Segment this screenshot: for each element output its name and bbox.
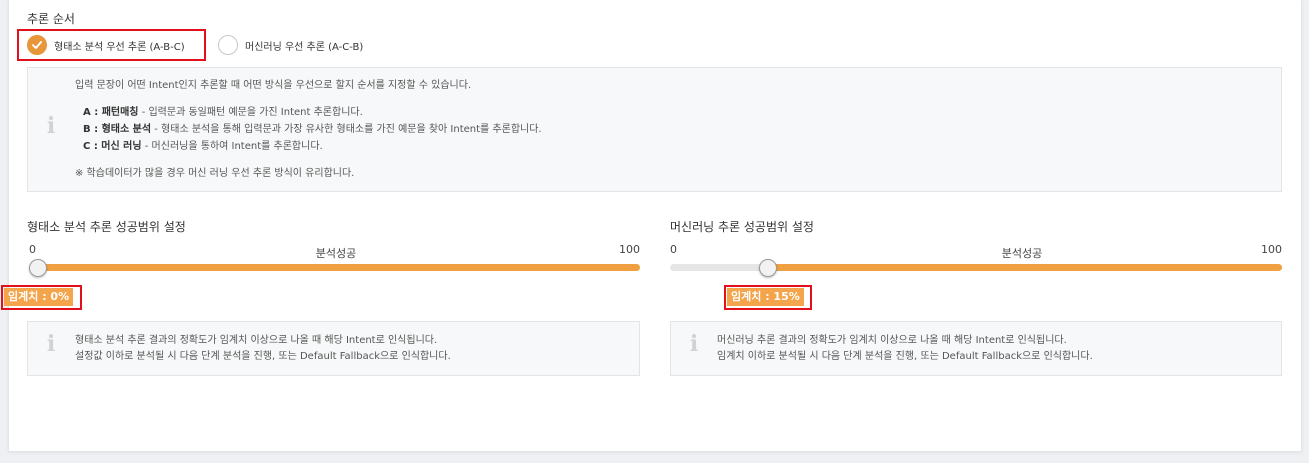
morph-slider-center-label: 분석성공 — [315, 247, 357, 260]
info-intro: 입력 문장이 어떤 Intent인지 추론할 때 어떤 방식을 우선으로 할지 … — [75, 80, 472, 91]
radio-option-ml-first[interactable]: 머신러닝 우선 추론 (A-C-B) — [218, 32, 363, 58]
radio-label-ml-first: 머신러닝 우선 추론 (A-C-B) — [245, 41, 364, 53]
morph-info-line-2: 설정값 이하로 분석될 시 다음 단계 분석을 진행, 또는 Default F… — [75, 351, 451, 362]
info-item-a-key: A : 패턴매칭 — [83, 107, 139, 118]
ml-slider-track[interactable] — [768, 264, 1282, 271]
info-item-b: B : 형태소 분석 - 형태소 분석을 통해 입력문과 가장 유사한 형태소를… — [83, 122, 542, 138]
ml-threshold-badge: 임계치 : 15% — [727, 288, 804, 306]
info-note: ※ 학습데이터가 많을 경우 머신 러닝 우선 추론 방식이 유리합니다. — [75, 168, 355, 179]
radio-unchecked-indicator — [218, 35, 238, 55]
ml-range-title: 머신러닝 추론 성공범위 설정 — [670, 220, 814, 234]
morph-slider-handle[interactable] — [29, 259, 47, 277]
morph-threshold-badge: 임계치 : 0% — [4, 288, 74, 306]
info-item-c: C : 머신 러닝 - 머신러닝을 통하여 Intent를 추론합니다. — [83, 139, 323, 155]
info-icon: i — [689, 331, 699, 357]
info-item-b-desc: - 형태소 분석을 통해 입력문과 가장 유사한 형태소를 가진 예문을 찾아 … — [151, 124, 542, 135]
info-item-c-desc: - 머신러닝을 통하여 Intent를 추론합니다. — [141, 141, 323, 152]
info-item-a: A : 패턴매칭 - 입력문과 동일패턴 예문을 가진 Intent 추론합니다… — [83, 105, 363, 121]
inference-order-title: 추론 순서 — [27, 12, 75, 26]
ml-slider-min-label: 0 — [670, 243, 677, 256]
info-item-b-key: B : 형태소 분석 — [83, 124, 152, 135]
morph-slider-track[interactable] — [29, 264, 640, 271]
morph-info-box: i 형태소 분석 추론 결과의 정확도가 임계치 이상으로 나올 때 해당 In… — [27, 321, 640, 376]
radio-label-morph-first: 형태소 분석 우선 추론 (A-B-C) — [54, 41, 185, 53]
radio-option-morph-first[interactable]: 형태소 분석 우선 추론 (A-B-C) — [27, 32, 185, 58]
morph-info-line-1: 형태소 분석 추론 결과의 정확도가 임계치 이상으로 나올 때 해당 Inte… — [75, 335, 438, 346]
ml-info-box: i 머신러닝 추론 결과의 정확도가 임계치 이상으로 나올 때 해당 Inte… — [670, 321, 1282, 376]
ml-info-line-1: 머신러닝 추론 결과의 정확도가 임계치 이상으로 나올 때 해당 Intent… — [717, 335, 1067, 346]
ml-info-line-2: 임계치 이하로 분석될 시 다음 단계 분석을 진행, 또는 Default F… — [717, 351, 1093, 362]
info-icon: i — [46, 331, 56, 357]
radio-checked-indicator — [27, 35, 47, 55]
ml-slider-max-label: 100 — [1261, 243, 1282, 256]
morph-slider-min-label: 0 — [29, 243, 36, 256]
ml-slider-handle[interactable] — [759, 259, 778, 277]
morph-slider-max-label: 100 — [619, 243, 640, 256]
info-item-c-key: C : 머신 러닝 — [83, 141, 142, 152]
morph-range-title: 형태소 분석 추론 성공범위 설정 — [27, 220, 186, 234]
check-icon — [32, 41, 42, 49]
inference-order-info-box: i 입력 문장이 어떤 Intent인지 추론할 때 어떤 방식을 우선으로 할… — [27, 67, 1282, 192]
info-icon: i — [46, 113, 56, 139]
ml-slider-center-label: 분석성공 — [1001, 247, 1043, 260]
info-item-a-desc: - 입력문과 동일패턴 예문을 가진 Intent 추론합니다. — [138, 107, 363, 118]
